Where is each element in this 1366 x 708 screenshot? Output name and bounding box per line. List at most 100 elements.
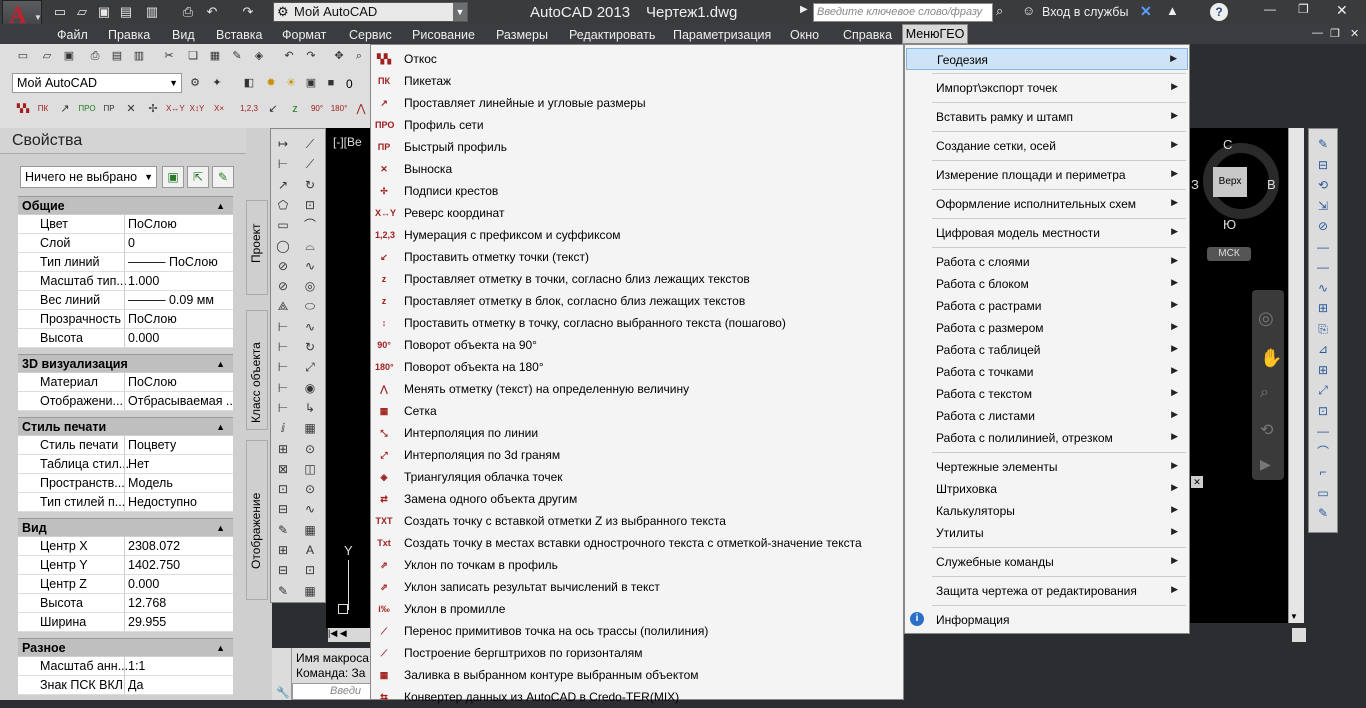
geo-leader-icon[interactable]: ✕	[122, 100, 140, 118]
geo-fastprof-icon[interactable]: ПР	[100, 100, 118, 118]
dim-text-edit-icon[interactable]: ⊟	[272, 499, 294, 519]
geo-menu-item-replace[interactable]: ⇄ Замена одного объекта другим	[371, 488, 903, 510]
geo-submenu-item[interactable]: Вставить рамку и штамп ▶	[906, 106, 1188, 128]
new-file-icon[interactable]: ▭	[52, 4, 68, 20]
property-row[interactable]: Масштаб тип... 1.000	[18, 272, 233, 291]
quick-select-icon[interactable]: ✎	[212, 166, 234, 188]
explode-icon[interactable]: ⊞	[1312, 298, 1334, 318]
menu-tools[interactable]: Сервис	[349, 28, 392, 42]
property-row[interactable]: Центр X 2308.072	[18, 537, 233, 556]
revcloud-icon[interactable]: ◎	[299, 276, 321, 296]
workspace-combo[interactable]: Мой AutoCAD ▼	[12, 73, 182, 93]
polygon-icon[interactable]: ⊡	[299, 195, 321, 215]
menu-modify[interactable]: Редактировать	[569, 28, 655, 42]
geo-menu-item-berg[interactable]: ⟋ Построение бергштрихов по горизонталям	[371, 642, 903, 664]
gear-icon[interactable]: ⚙	[186, 74, 204, 92]
geo-submenu-item[interactable]: Чертежные элементы ▶	[906, 456, 1188, 478]
geo-submenu-item[interactable]: Работа с блоком ▶	[906, 273, 1188, 295]
property-row[interactable]: Вес линий ——— 0.09 мм	[18, 291, 233, 310]
geo-menu-item-txt[interactable]: TXT Создать точку с вставкой отметки Z из…	[371, 510, 903, 532]
toggle-pickadd-icon[interactable]: ▣	[162, 166, 184, 188]
geo-menu-item-cross[interactable]: ✢ Подписи крестов	[371, 180, 903, 202]
property-value[interactable]: 12.768	[124, 594, 232, 612]
doc-restore-icon[interactable]: ❐	[1330, 27, 1340, 40]
fillet-icon[interactable]: ∿	[1312, 278, 1334, 298]
wcs-menu[interactable]: МСК	[1207, 247, 1251, 261]
baseline-dim-icon[interactable]: ⊢	[272, 317, 294, 337]
property-value[interactable]: ПоСлою	[124, 215, 232, 233]
geo-submenu-item[interactable]: Работа с полилинией, отрезком ▶	[906, 427, 1188, 449]
menu-edit[interactable]: Правка	[108, 28, 150, 42]
jogged-dim-icon[interactable]: ◯	[272, 236, 294, 256]
geo-menu-item-permil[interactable]: i‰ Уклон в промилле	[371, 598, 903, 620]
extend-icon[interactable]: —	[1312, 421, 1334, 441]
diameter-dim-icon[interactable]: ⊘	[272, 256, 294, 276]
menu-insert[interactable]: Вставка	[216, 28, 262, 42]
open-icon[interactable]: ▱	[38, 47, 56, 65]
tolerance-icon[interactable]: ⊢	[272, 398, 294, 418]
geo-submenu-item[interactable]: Геодезия ▶	[906, 48, 1188, 70]
point-icon[interactable]: ↳	[299, 398, 321, 418]
geo-submenu-item[interactable]: Штриховка ▶	[906, 478, 1188, 500]
geo-rot180-icon[interactable]: 180°	[330, 100, 348, 118]
binoculars-icon[interactable]: ⌕	[996, 3, 1003, 19]
print-icon[interactable]: ⎙	[180, 4, 196, 20]
geo-submenu-item[interactable]: Работа с размером ▶	[906, 317, 1188, 339]
dim-break-icon[interactable]: ⊢	[272, 378, 294, 398]
menu-geo[interactable]: МенюГЕО	[902, 24, 968, 44]
region-icon[interactable]: ◫	[299, 459, 321, 479]
viewcube-west[interactable]: З	[1191, 177, 1199, 192]
property-value[interactable]: Отбрасываемая ...	[124, 392, 232, 410]
geo-submenu-item[interactable]: Работа с растрами ▶	[906, 295, 1188, 317]
restore-icon[interactable]: ❐	[1298, 2, 1309, 16]
color-swatch-icon[interactable]: ■	[322, 74, 340, 92]
geo-rot90-icon[interactable]: 90°	[308, 100, 326, 118]
geo-menu-item-fastprof[interactable]: ПР Быстрый профиль	[371, 136, 903, 158]
mirror-icon[interactable]: ⊿	[1312, 339, 1334, 359]
geo-menu-item-rot90[interactable]: 90° Поворот объекта на 90°	[371, 334, 903, 356]
array-icon[interactable]: ⟲	[1312, 175, 1334, 195]
menu-file[interactable]: Файл	[57, 28, 88, 42]
property-row[interactable]: Знак ПСК ВКЛ Да	[18, 676, 233, 695]
dim-update-icon[interactable]: ✎	[272, 520, 294, 540]
property-row[interactable]: Отображени... Отбрасываемая ...	[18, 392, 233, 411]
insert-block-icon[interactable]: ⤢	[299, 357, 321, 377]
polyline-icon[interactable]: ↻	[299, 175, 321, 195]
print-icon[interactable]: ⎙	[86, 47, 104, 65]
collapse-icon[interactable]: ▲	[216, 197, 225, 215]
geo-menu-item-otkos[interactable]: ▚▚ Откос	[371, 48, 903, 70]
arc-icon[interactable]: ⌓	[299, 236, 321, 256]
property-value[interactable]: 0.000	[124, 329, 232, 347]
geo-submenu-item[interactable]: Импорт\экспорт точек ▶	[906, 77, 1188, 99]
section-header[interactable]: 3D визуализация ▲	[18, 354, 233, 372]
expand-arrow-icon[interactable]: ▶	[800, 4, 808, 15]
viewcube-south[interactable]: Ю	[1223, 217, 1236, 232]
geo-menu-item-interp3d[interactable]: ⤢ Интерполяция по 3d граням	[371, 444, 903, 466]
geo-submenu-item[interactable]: Оформление исполнительных схем ▶	[906, 193, 1188, 215]
break-icon[interactable]: —	[1312, 257, 1334, 277]
redo-icon[interactable]: ↷	[240, 4, 256, 20]
vertical-scrollbar[interactable]	[1288, 128, 1304, 623]
geo-menu-item-slope[interactable]: ⇗ Уклон по точкам в профиль	[371, 554, 903, 576]
geo-menu-item-piket[interactable]: ПК Пикетаж	[371, 70, 903, 92]
collapse-icon[interactable]: ▲	[216, 639, 225, 657]
section-header[interactable]: Стиль печати ▲	[18, 417, 233, 435]
property-row[interactable]: Тип линий ——— ПоСлою	[18, 253, 233, 272]
geo-otkos-icon[interactable]: ▚▚	[14, 100, 32, 118]
block-icon[interactable]: ◈	[250, 47, 268, 65]
selection-select[interactable]: Ничего не выбрано ▼	[20, 166, 157, 188]
property-value[interactable]: 0.000	[124, 575, 232, 593]
tab-project[interactable]: Проект	[246, 200, 268, 295]
join-icon[interactable]: ⌒	[1312, 442, 1334, 462]
property-row[interactable]: Высота 0.000	[18, 329, 233, 348]
geo-menu-item-triang[interactable]: ◈ Триангуляция облачка точек	[371, 466, 903, 488]
rotate-icon[interactable]: ⤢	[1312, 380, 1334, 400]
preview-icon[interactable]: ▤	[108, 47, 126, 65]
property-value[interactable]: Да	[124, 676, 232, 694]
geo-cross-icon[interactable]: ✢	[144, 100, 162, 118]
cut-icon[interactable]: ✂	[160, 47, 178, 65]
scale-icon[interactable]: ⇲	[1312, 196, 1334, 216]
layout-tabs-nav[interactable]: |◀ ◀	[328, 628, 372, 642]
linear-dim-icon[interactable]: ↦	[272, 134, 294, 154]
geo-menu-item-numbering[interactable]: 1,2,3 Нумерация с префиксом и суффиксом	[371, 224, 903, 246]
